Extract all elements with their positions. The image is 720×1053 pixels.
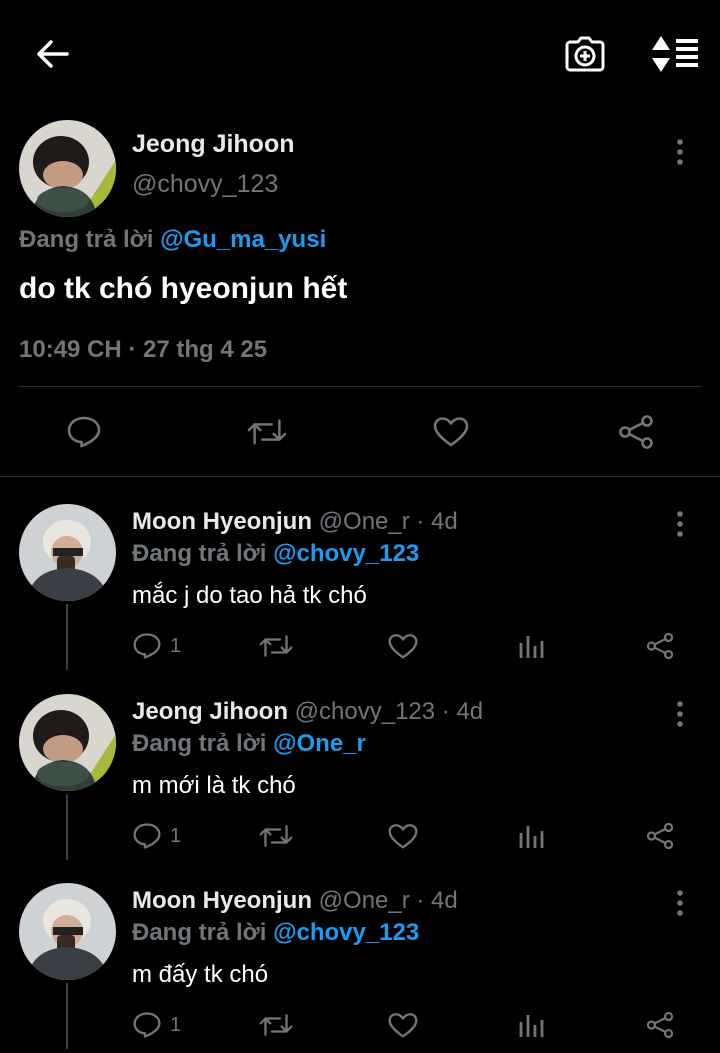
analytics-icon[interactable] [518,628,544,664]
reply-icon [133,1012,161,1038]
reply-action[interactable]: 1 [132,818,181,854]
reply-header: Jeong Jihoon @chovy_123 · 4d [132,698,483,726]
reply-count: 1 [170,824,182,847]
reply-action[interactable]: 1 [132,1007,181,1043]
avatar[interactable] [19,883,116,980]
divider [19,386,701,387]
reply-tweet[interactable]: Jeong Jihoon @chovy_123 · 4d Đang trả lờ… [0,668,720,860]
replying-to: Đang trả lời @chovy_123 [132,540,419,568]
reply-actions: 1 [0,628,720,668]
reply-actions: 1 [0,1007,720,1047]
analytics-icon[interactable] [518,818,544,854]
reply-count: 1 [170,1013,182,1036]
avatar[interactable] [19,694,116,791]
replying-mention[interactable]: @Gu_ma_yusi [160,226,326,253]
reply-tweet[interactable]: Moon Hyeonjun @One_r · 4d Đang trả lời @… [0,478,720,670]
replying-to: Đang trả lời @chovy_123 [132,919,419,947]
avatar[interactable] [19,120,116,217]
share-icon[interactable] [645,628,675,664]
share-icon[interactable] [616,412,656,452]
reply-text: m mới là tk chó [132,772,296,799]
author-name[interactable]: Moon Hyeonjun [132,508,312,535]
reply-text: m đấy tk chó [132,961,269,988]
more-options-icon[interactable] [668,504,692,544]
top-bar [0,0,720,104]
reply-icon [133,823,161,849]
replying-mention[interactable]: @chovy_123 [273,919,419,946]
author-name[interactable]: Jeong Jihoon [132,698,288,725]
author-handle-time[interactable]: @One_r · 4d [319,887,458,914]
retweet-icon[interactable] [259,628,293,664]
replying-mention[interactable]: @chovy_123 [273,540,419,567]
replying-prefix: Đang trả lời [132,919,267,946]
camera-plus-icon[interactable] [561,30,609,78]
replying-mention[interactable]: @One_r [273,730,366,757]
like-icon[interactable] [431,412,471,452]
reply-header: Moon Hyeonjun @One_r · 4d [132,508,458,536]
more-options-icon[interactable] [668,883,692,923]
reply-text: mắc j do tao hả tk chó [132,582,367,609]
avatar[interactable] [19,504,116,601]
like-icon[interactable] [388,628,418,664]
main-tweet: Jeong Jihoon @chovy_123 Đang trả lời @Gu… [0,104,720,476]
share-icon[interactable] [645,1007,675,1043]
author-name[interactable]: Jeong Jihoon [132,130,295,159]
reply-count: 1 [170,634,182,657]
reply-icon[interactable] [64,412,104,452]
more-options-icon[interactable] [668,132,692,172]
replying-to: Đang trả lời @Gu_ma_yusi [19,226,326,254]
retweet-icon[interactable] [259,818,293,854]
retweet-icon[interactable] [247,412,287,452]
replying-prefix: Đang trả lời [19,226,154,253]
author-handle-time[interactable]: @One_r · 4d [319,508,458,535]
reply-tweet[interactable]: Moon Hyeonjun @One_r · 4d Đang trả lời @… [0,857,720,1049]
reply-actions: 1 [0,818,720,858]
retweet-icon[interactable] [259,1007,293,1043]
back-arrow-icon[interactable] [28,30,76,78]
sort-icon[interactable] [648,30,702,78]
reply-header: Moon Hyeonjun @One_r · 4d [132,887,458,915]
like-icon[interactable] [388,1007,418,1043]
share-icon[interactable] [645,818,675,854]
tweet-timestamp[interactable]: 10:49 CH · 27 thg 4 25 [19,336,267,364]
reply-icon [133,633,161,659]
like-icon[interactable] [388,818,418,854]
analytics-icon[interactable] [518,1007,544,1043]
replying-prefix: Đang trả lời [132,540,267,567]
replying-prefix: Đang trả lời [132,730,267,757]
author-name[interactable]: Moon Hyeonjun [132,887,312,914]
tweet-actions [0,394,720,470]
section-divider [0,476,720,477]
reply-action[interactable]: 1 [132,628,181,664]
replying-to: Đang trả lời @One_r [132,730,366,758]
author-handle[interactable]: @chovy_123 [132,170,278,199]
tweet-text: do tk chó hyeonjun hết [19,272,348,305]
author-handle-time[interactable]: @chovy_123 · 4d [295,698,483,725]
more-options-icon[interactable] [668,694,692,734]
